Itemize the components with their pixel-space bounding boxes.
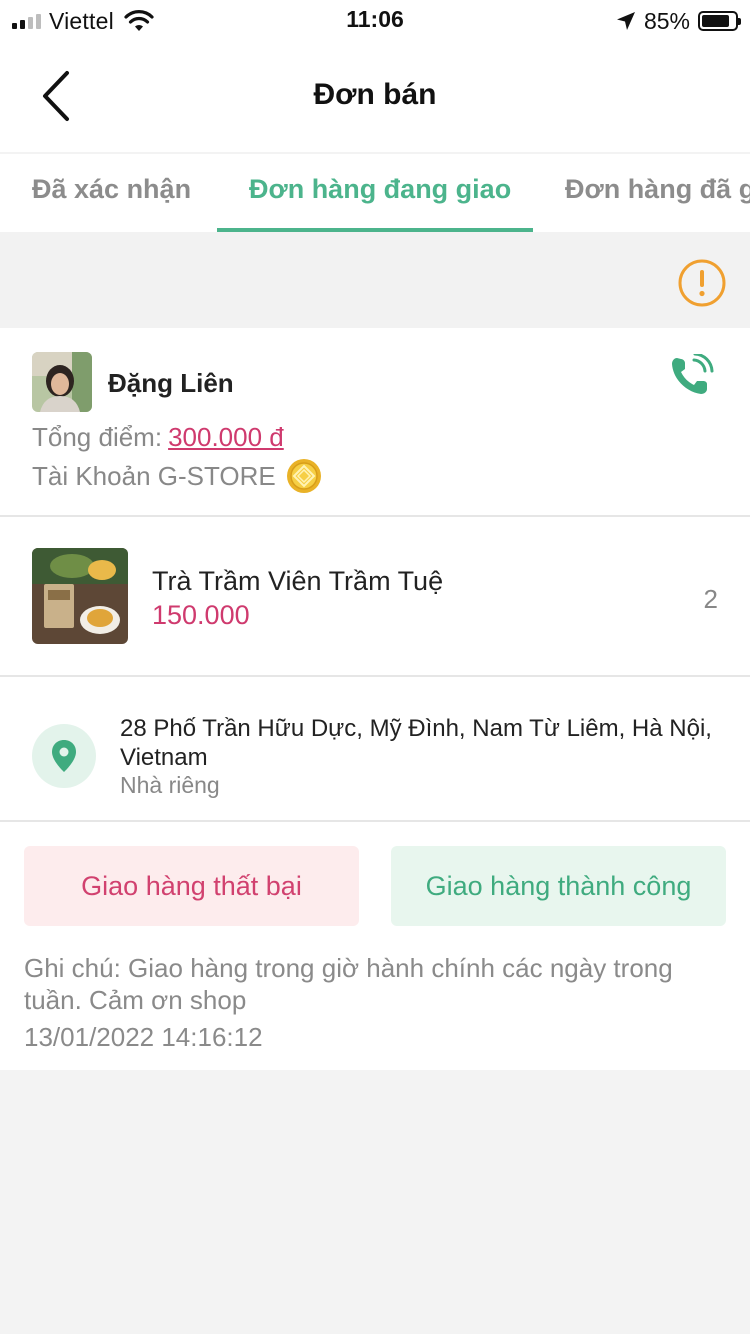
order-note: Ghi chú: Giao hàng trong giờ hành chính … xyxy=(24,953,673,1015)
tab-shipping[interactable]: Đơn hàng đang giao xyxy=(249,174,511,205)
divider xyxy=(0,675,750,677)
battery-icon xyxy=(698,11,741,31)
divider xyxy=(0,820,750,822)
order-card: Đặng Liên Tổng điểm: 300.000 đ Tài Khoản … xyxy=(0,328,750,1070)
points-value[interactable]: 300.000 đ xyxy=(168,422,284,452)
avatar-image xyxy=(32,352,92,412)
call-button[interactable] xyxy=(668,352,718,400)
product-price: 150.000 xyxy=(152,600,250,630)
product-image[interactable] xyxy=(32,548,128,644)
status-bar: Viettel 11:06 85% xyxy=(0,0,750,42)
delivery-success-button[interactable]: Giao hàng thành công xyxy=(391,846,726,926)
phone-icon xyxy=(672,352,714,394)
nav-bar: Đơn bán xyxy=(0,42,750,152)
product-photo xyxy=(32,548,128,644)
location-arrow-icon xyxy=(616,12,635,30)
warning-circle-icon[interactable] xyxy=(677,258,727,308)
divider xyxy=(0,515,750,517)
battery-percent: 85% xyxy=(643,7,690,34)
address-type: Nhà riêng xyxy=(120,772,220,798)
location-pin-icon xyxy=(52,740,76,772)
tab-confirmed[interactable]: Đã xác nhận xyxy=(32,174,191,205)
product-quantity: 2 xyxy=(703,584,718,614)
points-row: Tổng điểm: 300.000 đ xyxy=(32,422,284,453)
product-name: Trà Trầm Viên Trầm Tuệ xyxy=(152,566,444,596)
status-right: 85% xyxy=(616,6,741,36)
delivery-failed-button[interactable]: Giao hàng thất bại xyxy=(24,846,359,926)
order-timestamp: 13/01/2022 14:16:12 xyxy=(24,1022,263,1052)
delivery-address: 28 Phố Trần Hữu Dực, Mỹ Đình, Nam Từ Liê… xyxy=(120,715,712,771)
battery-level xyxy=(702,15,729,27)
location-badge xyxy=(32,724,96,788)
gold-coin-icon xyxy=(286,459,321,493)
tab-bar: Đã xác nhận Đơn hàng đang giao Đơn hàng … xyxy=(0,154,750,232)
avatar[interactable] xyxy=(32,352,92,412)
page-title: Đơn bán xyxy=(313,78,437,111)
account-row: Tài Khoản G-STORE xyxy=(32,458,322,494)
customer-name: Đặng Liên xyxy=(108,368,234,398)
tab-delivered[interactable]: Đơn hàng đã giao xyxy=(565,174,750,205)
account-label: Tài Khoản G-STORE xyxy=(32,460,276,491)
points-label: Tổng điểm: xyxy=(32,422,163,452)
info-band xyxy=(0,232,750,328)
